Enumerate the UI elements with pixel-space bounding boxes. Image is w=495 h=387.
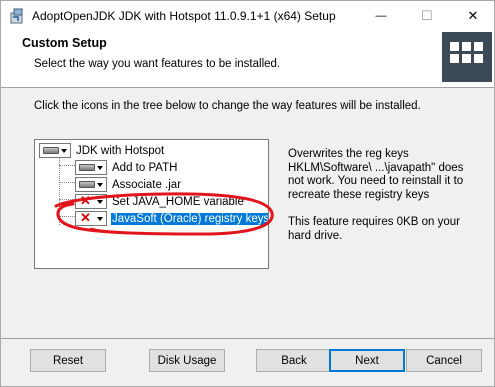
instruction-text: Click the icons in the tree below to cha… <box>34 100 421 112</box>
cancel-button[interactable]: Cancel <box>406 349 482 372</box>
x-icon: ✕ <box>80 210 91 225</box>
close-icon: ✕ <box>467 8 479 23</box>
installer-icon <box>10 8 23 24</box>
feature-state-dropdown[interactable]: ✕ <box>75 193 107 209</box>
tree-item-label: Add to PATH <box>112 161 178 174</box>
chevron-down-icon <box>97 217 103 221</box>
feature-state-dropdown[interactable] <box>75 177 107 192</box>
drive-icon <box>79 181 95 188</box>
x-icon: ✕ <box>80 193 91 208</box>
reset-button[interactable]: Reset <box>30 349 106 372</box>
tree-item-label: Associate .jar <box>112 178 182 191</box>
chevron-down-icon <box>97 166 103 170</box>
maximize-button[interactable]: ☐ <box>404 1 450 31</box>
back-button[interactable]: Back <box>256 349 332 372</box>
chevron-down-icon <box>61 149 67 153</box>
minimize-button[interactable]: — <box>358 1 404 31</box>
tree-item-set-java-home[interactable]: ✕ Set JAVA_HOME variable <box>75 193 245 210</box>
window-title: AdoptOpenJDK JDK with Hotspot 11.0.9.1+1… <box>32 9 336 23</box>
header-banner: Custom Setup Select the way you want fea… <box>1 31 494 88</box>
feature-tree[interactable]: JDK with Hotspot Add to PATH Associate .… <box>34 139 269 269</box>
tree-item-label: Set JAVA_HOME variable <box>112 195 244 208</box>
chevron-down-icon <box>97 200 103 204</box>
feature-state-dropdown[interactable] <box>39 143 71 158</box>
size-note: This feature requires 0KB on your hard d… <box>288 216 460 242</box>
feature-state-dropdown[interactable]: ✕ <box>75 210 107 226</box>
close-button[interactable]: ✕ <box>450 1 495 31</box>
maximize-icon: ☐ <box>421 8 433 23</box>
setup-window: AdoptOpenJDK JDK with Hotspot 11.0.9.1+1… <box>0 0 495 387</box>
minimize-icon: — <box>375 10 387 22</box>
tree-item-jdk-with-hotspot[interactable]: JDK with Hotspot <box>39 142 165 159</box>
tree-item-add-to-path[interactable]: Add to PATH <box>75 159 178 176</box>
drive-icon <box>43 147 59 154</box>
disk-usage-button[interactable]: Disk Usage <box>149 349 225 372</box>
page-subtitle: Select the way you want features to be i… <box>34 58 281 70</box>
drive-icon <box>79 164 95 171</box>
feature-state-dropdown[interactable] <box>75 160 107 175</box>
feature-description: Overwrites the reg keys HKLM\Software\ .… <box>288 148 468 257</box>
installer-logo-icon <box>442 32 492 82</box>
description-text: Overwrites the reg keys HKLM\Software\ .… <box>288 148 464 201</box>
tree-item-associate-jar[interactable]: Associate .jar <box>75 176 182 193</box>
page-title: Custom Setup <box>22 36 107 50</box>
title-bar: AdoptOpenJDK JDK with Hotspot 11.0.9.1+1… <box>1 1 494 31</box>
footer-divider <box>1 338 494 339</box>
chevron-down-icon <box>97 183 103 187</box>
tree-item-javasoft-registry-keys[interactable]: ✕ JavaSoft (Oracle) registry keys <box>75 210 269 227</box>
tree-item-label: JavaSoft (Oracle) registry keys <box>111 212 269 225</box>
next-button[interactable]: Next <box>329 349 405 372</box>
tree-item-label: JDK with Hotspot <box>76 144 165 157</box>
